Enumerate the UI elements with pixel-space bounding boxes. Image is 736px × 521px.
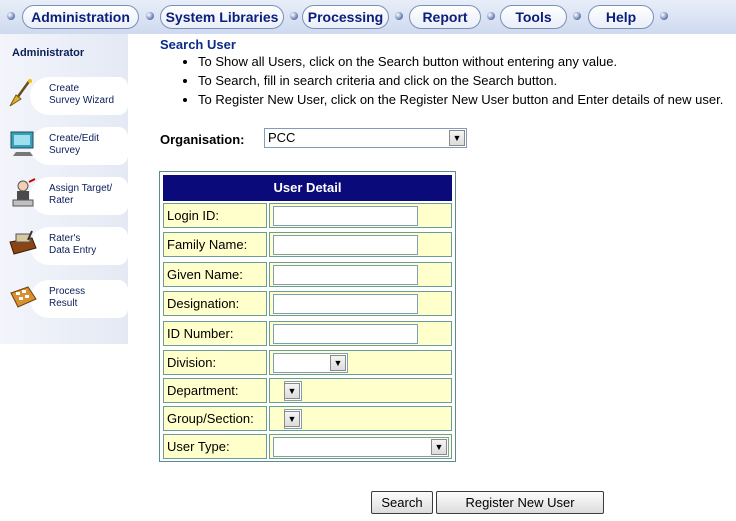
top-menu-bar: Administration System Libraries Processi… [0, 0, 736, 34]
chevron-down-icon[interactable]: ▼ [284, 383, 300, 399]
menu-processing[interactable]: Processing [302, 5, 389, 29]
organisation-select[interactable]: PCC ▼ [264, 128, 467, 148]
user-detail-form: User Detail Login ID: Family Name: Given… [159, 171, 456, 462]
organisation-label: Organisation: [160, 132, 245, 147]
menu-help[interactable]: Help [588, 5, 654, 29]
instruction-item: To Register New User, click on the Regis… [198, 90, 723, 109]
designation-label: Designation: [163, 291, 267, 316]
sidebar-item-create-survey-wizard[interactable]: Create Survey Wizard [8, 74, 128, 115]
form-header: User Detail [163, 175, 452, 201]
calculator-icon [10, 286, 37, 308]
instruction-list: To Show all Users, click on the Search b… [183, 52, 723, 109]
sidebar-item-assign-target-rater[interactable]: Assign Target/Rater [8, 174, 128, 215]
data-entry-icon [9, 230, 37, 255]
menu-bullet-icon [7, 12, 15, 20]
chevron-down-icon[interactable]: ▼ [284, 411, 300, 427]
division-select[interactable]: ▼ [273, 353, 348, 373]
menu-bullet-icon [573, 12, 581, 20]
family-name-label: Family Name: [163, 232, 267, 257]
sidebar-item-raters-data-entry[interactable]: Rater's Data Entry [8, 224, 128, 265]
group-section-label: Group/Section: [163, 406, 267, 431]
chevron-down-icon[interactable]: ▼ [330, 355, 346, 371]
id-number-input[interactable] [273, 324, 418, 344]
page-title: Search User [160, 37, 236, 52]
login-id-input[interactable] [273, 206, 418, 226]
designation-input[interactable] [273, 294, 418, 314]
menu-tools[interactable]: Tools [500, 5, 567, 29]
menu-bullet-icon [487, 12, 495, 20]
family-name-input[interactable] [273, 235, 418, 255]
login-id-label: Login ID: [163, 203, 267, 228]
menu-administration[interactable]: Administration [22, 5, 139, 29]
target-rater-icon [12, 178, 36, 207]
sidebar-title: Administrator [12, 47, 85, 59]
chevron-down-icon[interactable]: ▼ [431, 439, 447, 455]
department-select[interactable]: ▼ [284, 381, 302, 401]
instruction-item: To Show all Users, click on the Search b… [198, 52, 723, 71]
instruction-item: To Search, fill in search criteria and c… [198, 71, 723, 90]
id-number-label: ID Number: [163, 321, 267, 346]
menu-report[interactable]: Report [409, 5, 481, 29]
department-label: Department: [163, 378, 267, 403]
menu-bullet-icon [395, 12, 403, 20]
menu-bullet-icon [660, 12, 668, 20]
group-section-select[interactable]: ▼ [284, 409, 302, 429]
user-type-label: User Type: [163, 434, 267, 459]
given-name-input[interactable] [273, 265, 418, 285]
sidebar: Administrator Create Survey Wizard Create… [0, 34, 128, 344]
monitor-icon [10, 131, 34, 156]
given-name-label: Given Name: [163, 262, 267, 287]
menu-bullet-icon [290, 12, 298, 20]
menu-bullet-icon [146, 12, 154, 20]
menu-system-libraries[interactable]: System Libraries [160, 5, 284, 29]
division-label: Division: [163, 350, 267, 375]
user-type-select[interactable]: ▼ [273, 437, 449, 457]
sidebar-item-create-edit-survey[interactable]: Create/Edit Survey [8, 124, 128, 165]
chevron-down-icon[interactable]: ▼ [449, 130, 465, 146]
wizard-icon [9, 79, 32, 107]
sidebar-item-process-result[interactable]: Process Result [8, 277, 128, 318]
register-new-user-button[interactable]: Register New User [436, 491, 604, 514]
search-button[interactable]: Search [371, 491, 433, 514]
